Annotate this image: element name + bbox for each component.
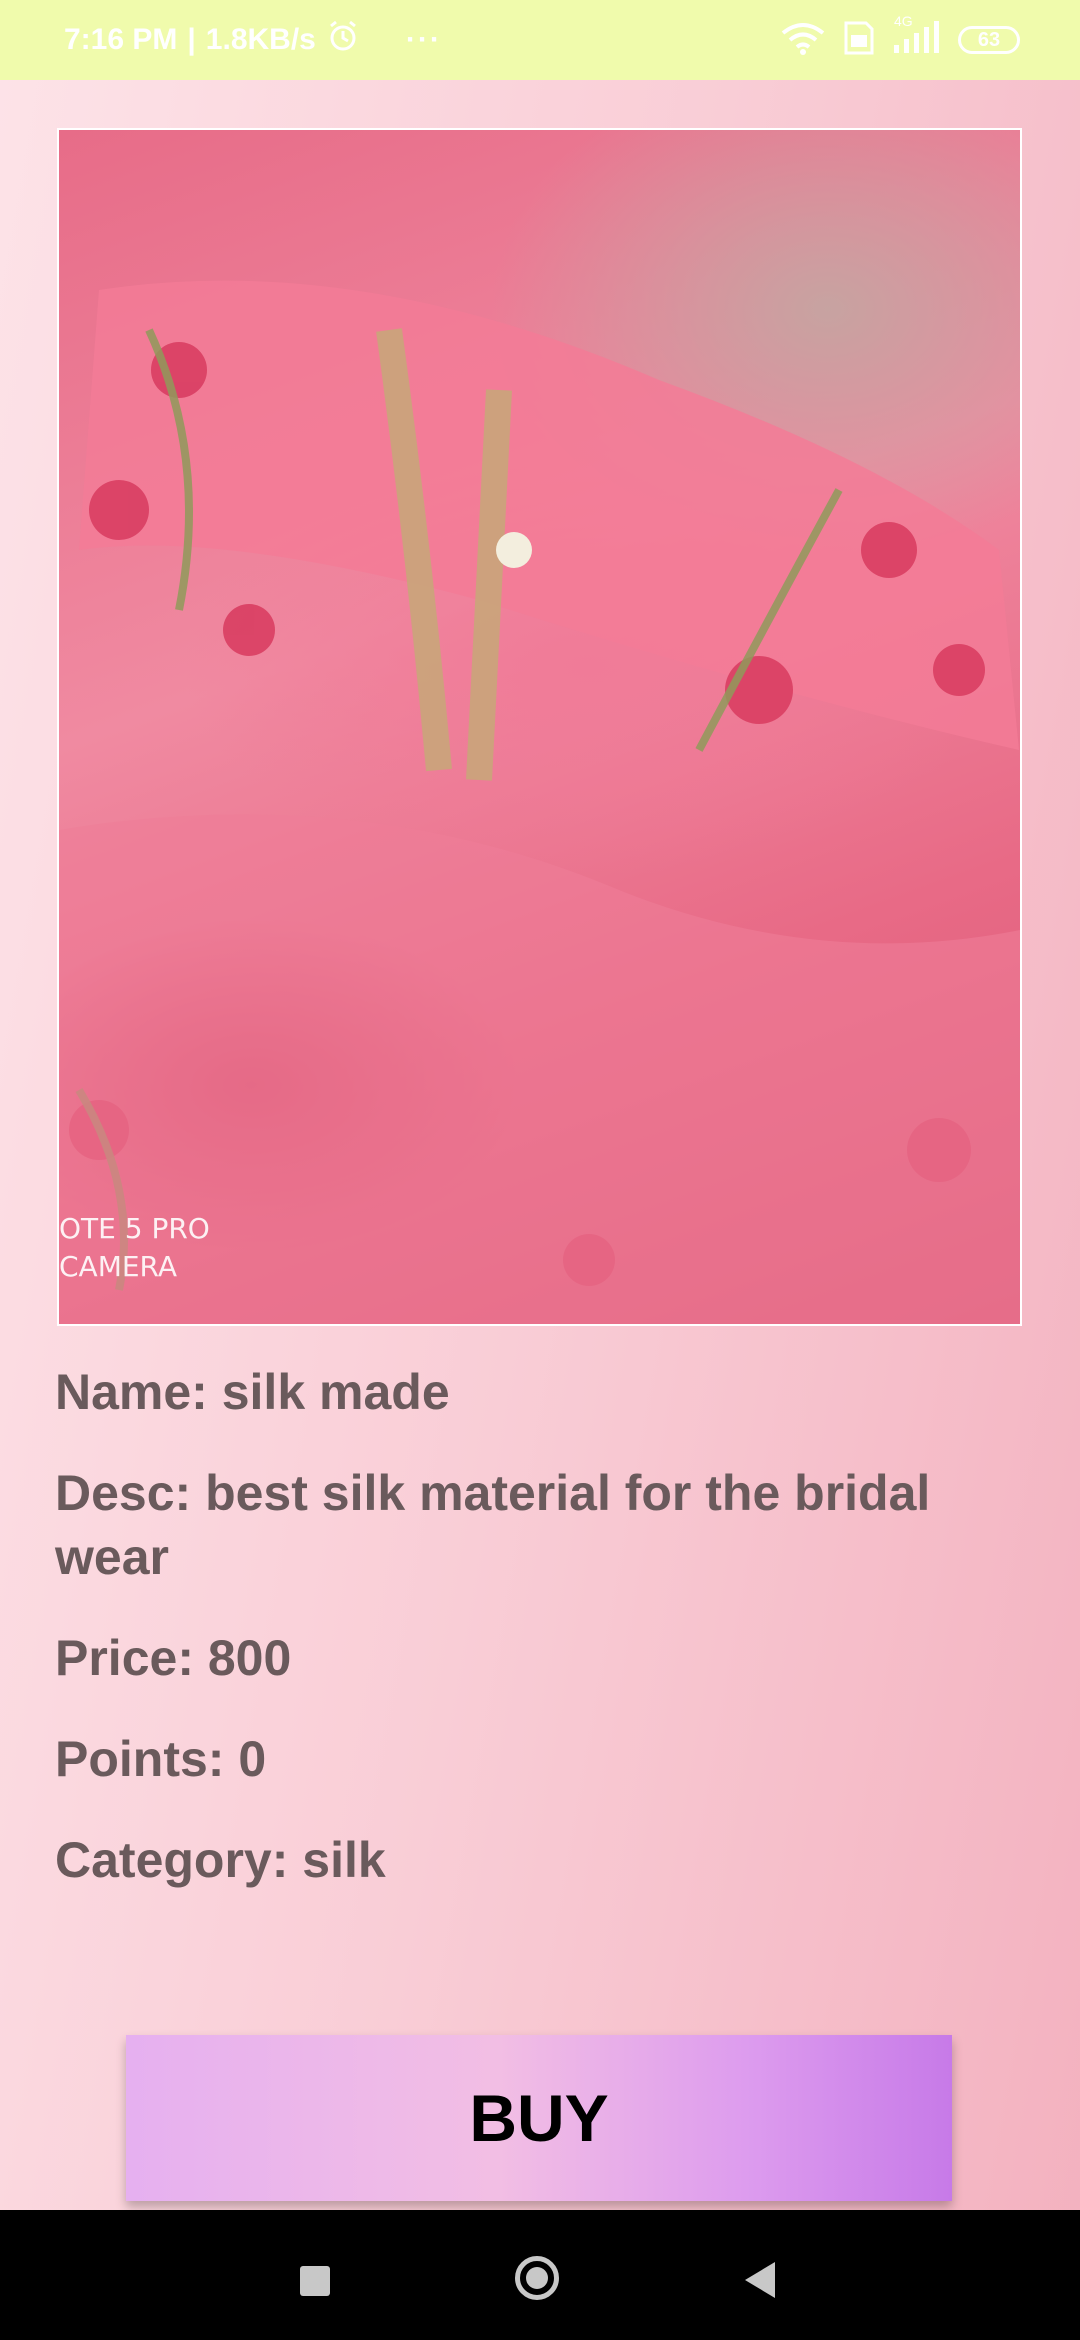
wifi-icon bbox=[780, 21, 826, 60]
navigation-bar bbox=[0, 2210, 1080, 2340]
status-bar: 7:16 PM | 1.8KB/s ··· 4G 63 bbox=[0, 0, 1080, 80]
status-speed: 1.8KB/s bbox=[205, 23, 316, 56]
status-time: 7:16 PM bbox=[64, 23, 178, 56]
watermark-line-2: CAMERA bbox=[59, 1250, 178, 1283]
product-info: Name: silk made Desc: best silk material… bbox=[55, 1360, 1015, 1892]
product-image: OTE 5 PRO CAMERA bbox=[57, 128, 1022, 1326]
battery-level: 63 bbox=[977, 28, 1001, 51]
status-left: 7:16 PM | 1.8KB/s ··· bbox=[64, 19, 442, 61]
battery-icon: 63 bbox=[958, 26, 1020, 54]
signal-icon: 4G bbox=[892, 13, 942, 60]
image-watermark: OTE 5 PRO CAMERA bbox=[59, 1210, 210, 1286]
product-description: Desc: best silk material for the bridal … bbox=[55, 1465, 931, 1585]
home-circle-icon[interactable] bbox=[515, 2256, 559, 2300]
overflow-dots-icon: ··· bbox=[405, 23, 442, 56]
watermark-line-1: OTE 5 PRO bbox=[59, 1212, 210, 1245]
product-price: Price: 800 bbox=[55, 1630, 292, 1686]
fabric-illustration bbox=[59, 280, 1020, 1324]
back-triangle-icon[interactable] bbox=[745, 2262, 775, 2298]
product-category: Category: silk bbox=[55, 1832, 386, 1888]
status-separator: | bbox=[187, 23, 196, 56]
status-right: 4G 63 bbox=[780, 13, 1020, 60]
product-name: Name: silk made bbox=[55, 1364, 450, 1420]
buy-button[interactable]: BUY bbox=[126, 2035, 952, 2201]
product-points: Points: 0 bbox=[55, 1731, 267, 1787]
recents-square-icon[interactable] bbox=[300, 2266, 330, 2296]
network-type-label: 4G bbox=[894, 12, 913, 29]
sim-icon bbox=[842, 21, 876, 60]
alarm-icon bbox=[326, 19, 360, 61]
